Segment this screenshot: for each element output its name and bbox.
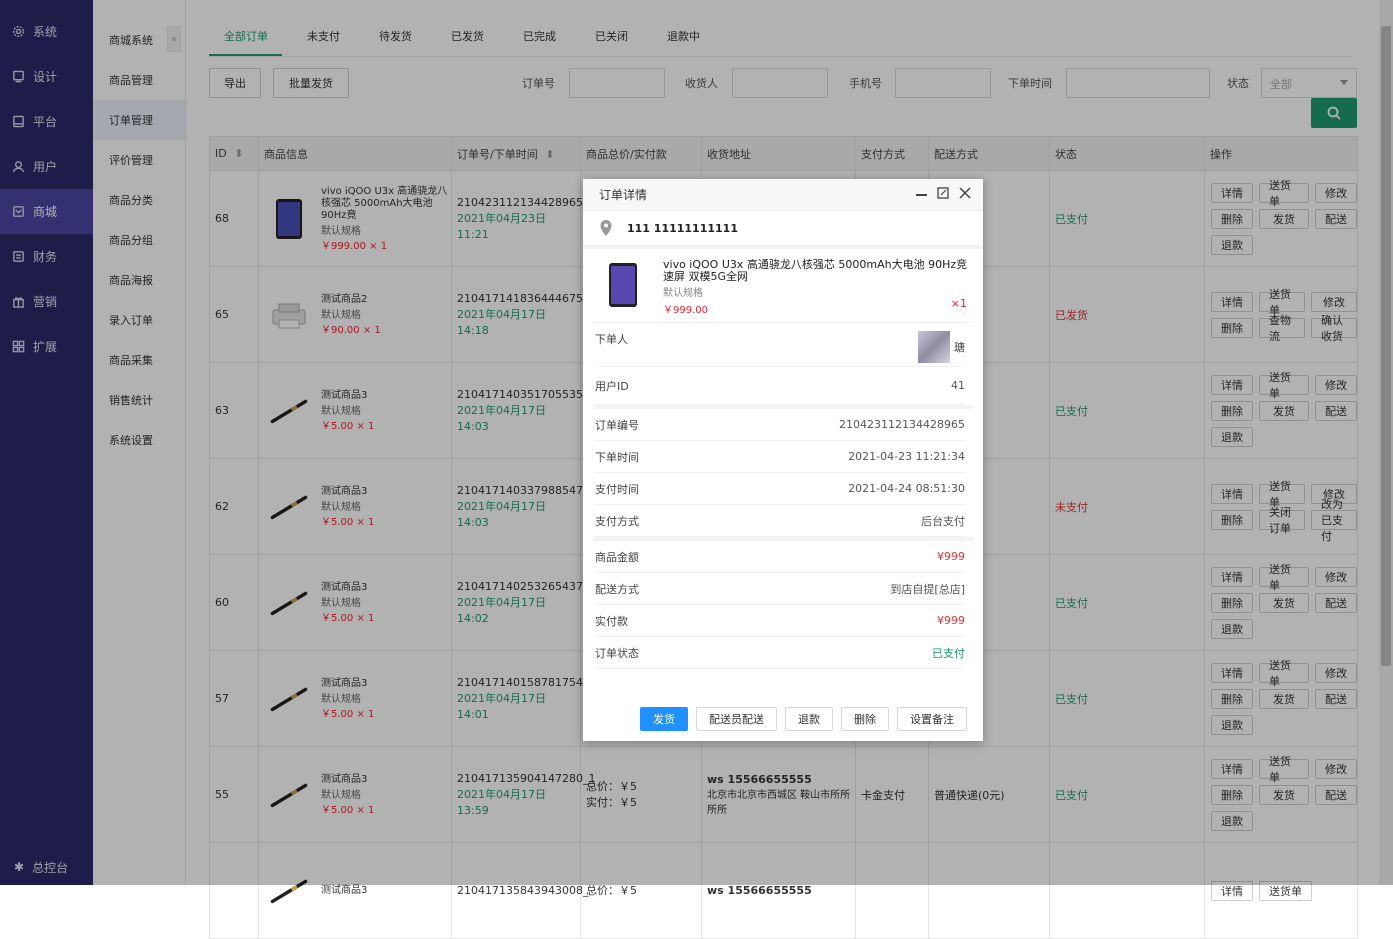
product-spec: 默认规格 [663,288,703,299]
modal-button[interactable]: 设置备注 [897,707,967,731]
detail-label: 商品金额 [595,550,639,564]
detail-label: 支付时间 [595,482,639,496]
detail-label: 订单编号 [595,418,639,432]
detail-label: 下单时间 [595,450,639,464]
modal-footer: 发货 配送员配送 退款 删除 设置备注 [583,707,983,731]
detail-label: 用户ID [595,379,629,393]
product-price: ￥999.00 [663,305,708,316]
detail-value: 已支付 [932,646,965,660]
detail-row: 订单状态 已支付 [595,637,965,669]
detail-value: 210423112134428965 [839,418,965,431]
shipping-address: 111 11111111111 [583,211,983,249]
detail-row: 下单时间 2021-04-23 11:21:34 [595,441,965,473]
detail-row: 用户ID 41 [595,367,965,405]
buyer-name: 瑭 [954,341,965,354]
detail-value: ¥999 [937,614,965,627]
buyer-row: 下单人 瑭 [595,323,965,367]
address-text: 111 11111111111 [627,221,738,235]
detail-value: 2021-04-23 11:21:34 [848,450,965,463]
modal-button[interactable]: 删除 [841,707,889,731]
detail-label: 支付方式 [595,514,639,528]
modal-button[interactable]: 配送员配送 [696,707,777,731]
modal-header: 订单详情 [583,179,983,211]
modal-title: 订单详情 [599,188,648,202]
location-pin-icon [600,220,612,236]
buyer-label: 下单人 [595,333,628,346]
modal-product: vivo iQOO U3x 高通骁龙八核强芯 5000mAh大电池 90Hz竞速… [593,249,973,323]
modal-button[interactable]: 退款 [785,707,833,731]
detail-value: 到店自提[总店] [890,582,965,596]
modal-button[interactable]: 发货 [640,707,688,731]
close-icon[interactable] [959,187,971,199]
product-name: 测试商品3 [321,884,368,896]
maximize-icon[interactable] [937,187,949,199]
detail-label: 实付款 [595,614,628,628]
detail-row: 商品金额 ¥999 [595,541,965,573]
product-qty: ×1 [950,297,967,310]
detail-row: 订单编号 210423112134428965 [595,409,965,441]
minimize-icon[interactable] [916,194,927,196]
detail-value: 后台支付 [921,514,965,528]
detail-row: 实付款 ¥999 [595,605,965,637]
detail-value: ¥999 [937,550,965,563]
product-name: vivo iQOO U3x 高通骁龙八核强芯 5000mAh大电池 90Hz竞速… [663,258,968,283]
detail-row: 支付方式 后台支付 [595,505,965,537]
avatar [918,331,950,363]
detail-label: 配送方式 [595,582,639,596]
detail-value: 2021-04-24 08:51:30 [848,482,965,495]
detail-row: 支付时间 2021-04-24 08:51:30 [595,473,965,505]
order-detail-modal: 订单详情 111 11111111111 vivo iQOO U3x 高通骁龙八… [583,179,983,741]
detail-value: 41 [951,379,965,392]
product-image [603,259,643,311]
detail-row: 配送方式 到店自提[总店] [595,573,965,605]
detail-label: 订单状态 [595,646,639,660]
